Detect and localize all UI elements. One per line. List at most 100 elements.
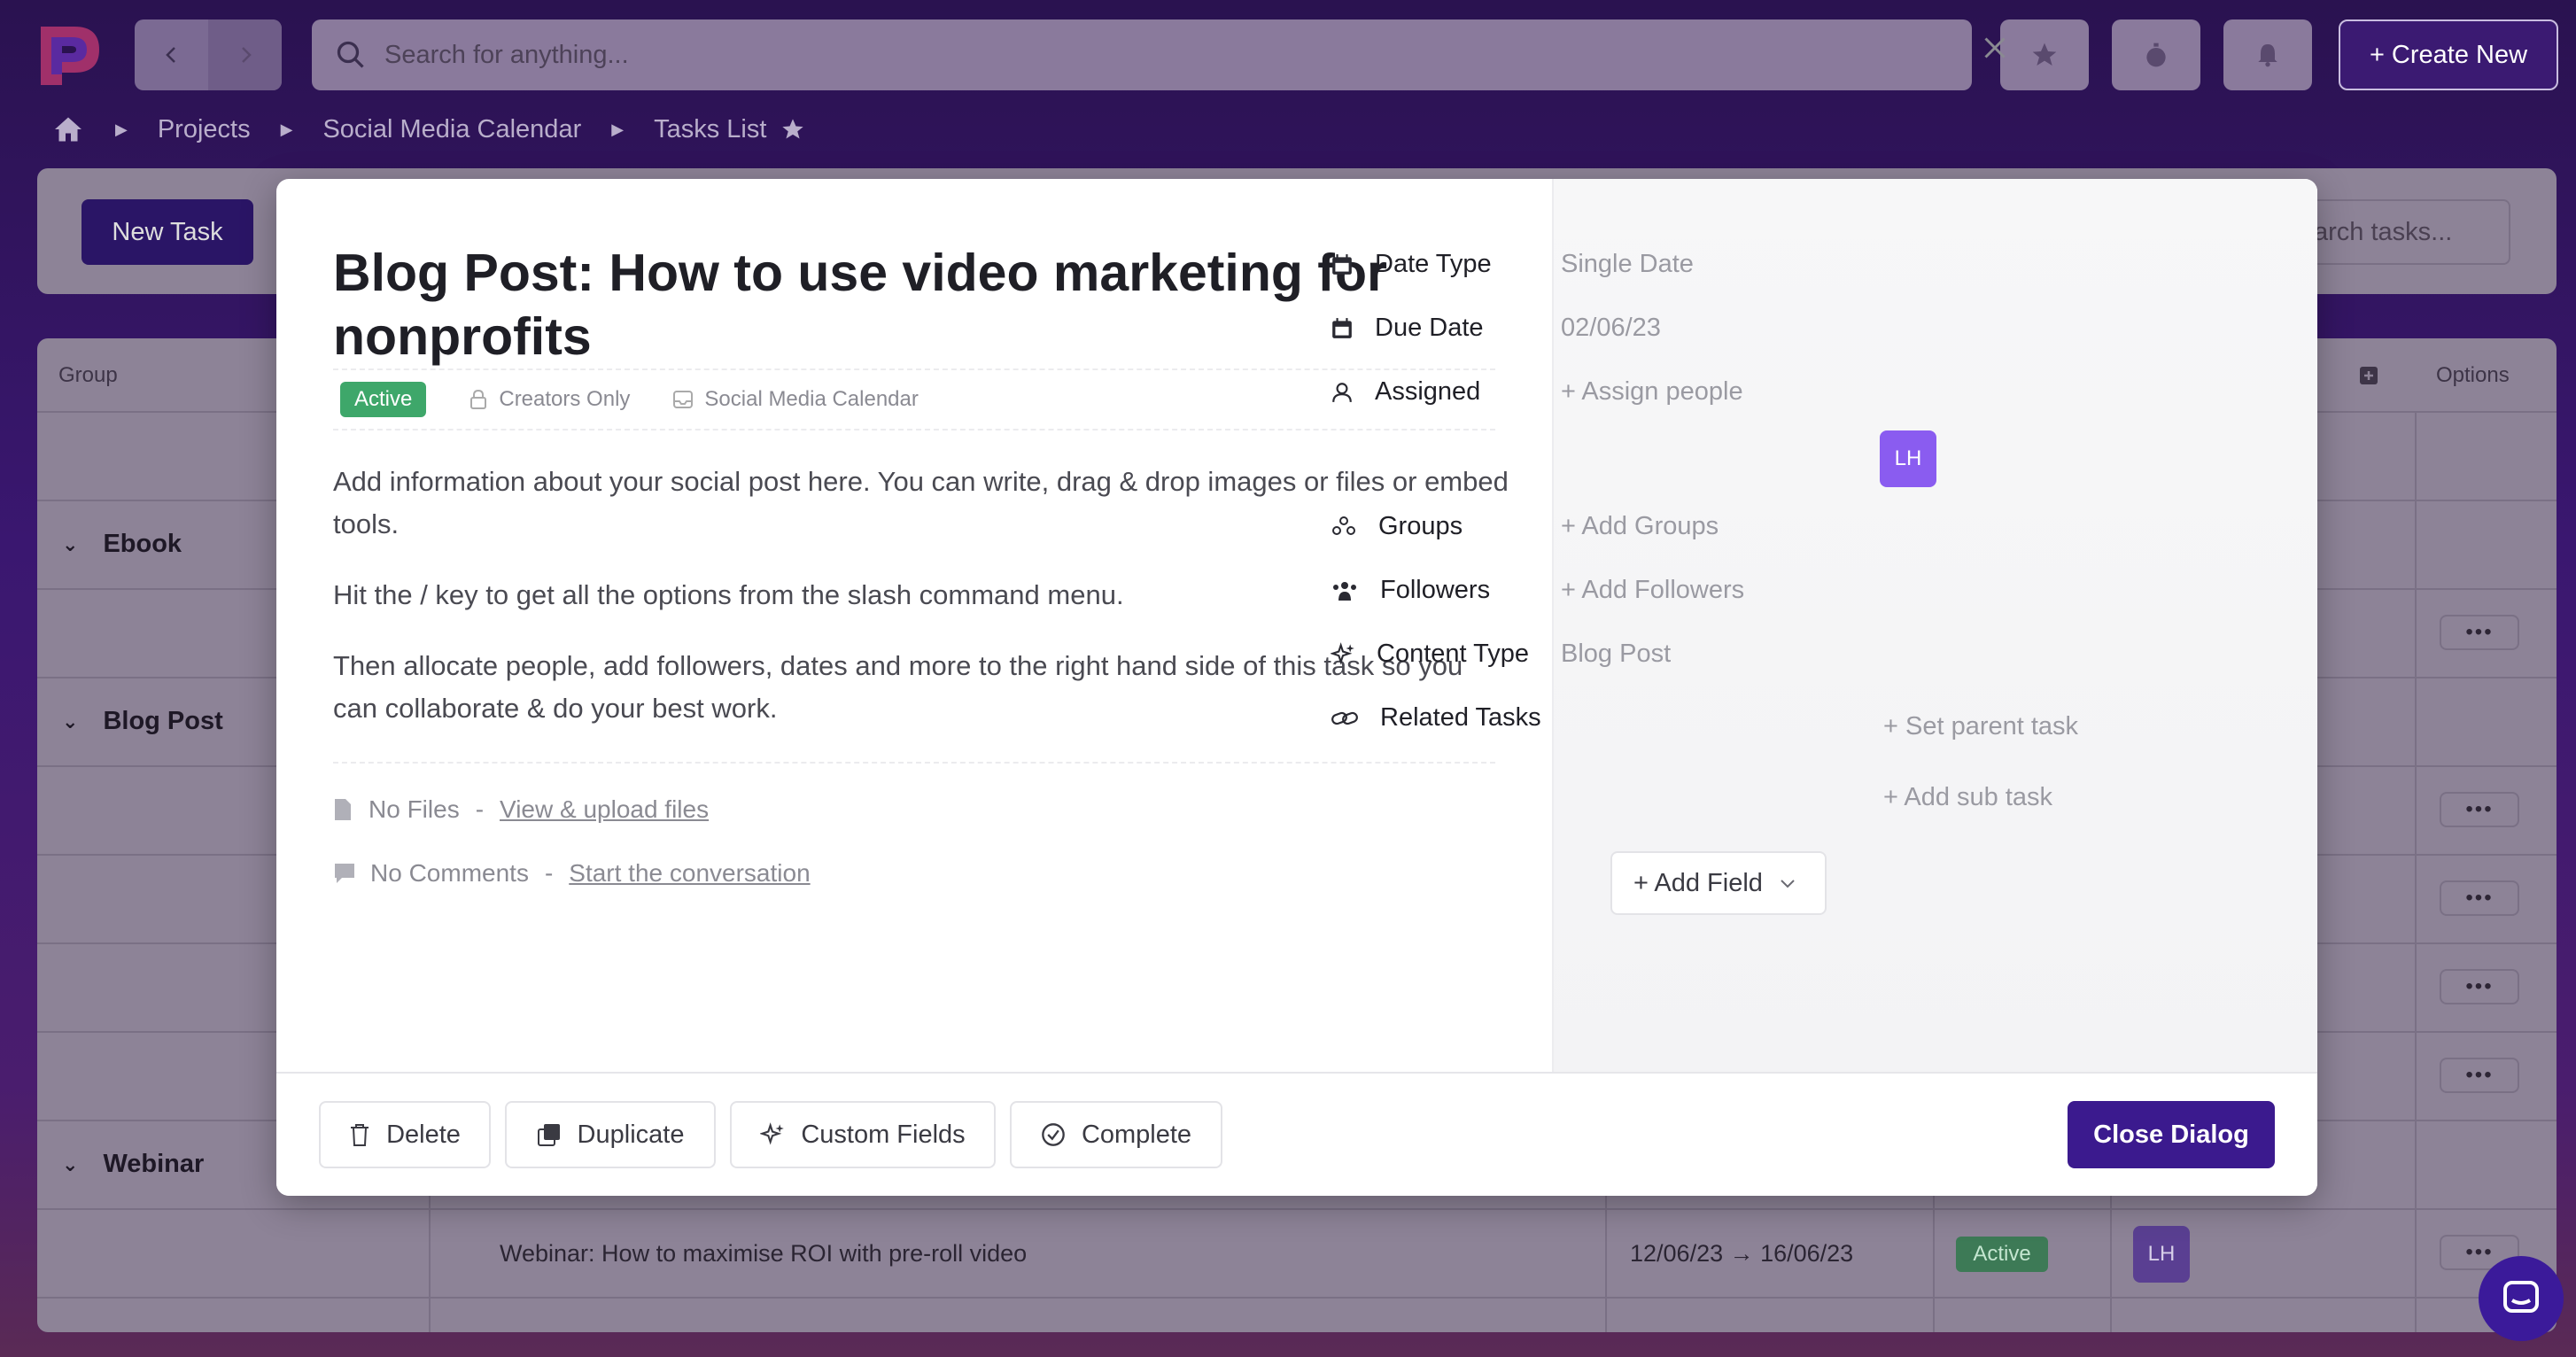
task-title[interactable]: Webinar: How to maximise ROI with pre-ro… xyxy=(500,1240,1027,1268)
property-followers: Followers + Add Followers xyxy=(1331,576,1744,605)
property-content-type: Content Type Blog Post xyxy=(1331,640,1671,669)
favorites-button[interactable] xyxy=(2000,19,2089,90)
favorite-star-icon[interactable] xyxy=(780,117,805,142)
close-dialog-button[interactable]: Close Dialog xyxy=(2068,1101,2275,1168)
chat-icon xyxy=(2503,1281,2539,1313)
copy-icon xyxy=(537,1124,560,1146)
property-label: Due Date xyxy=(1375,314,1484,342)
column-header-options[interactable]: Options xyxy=(2436,363,2510,388)
divider xyxy=(333,762,1495,764)
row-options-button[interactable]: ••• xyxy=(2440,1058,2519,1093)
column-header-group[interactable]: Group xyxy=(58,363,118,388)
set-parent-task-button[interactable]: + Set parent task xyxy=(1883,712,2078,741)
start-conversation-link[interactable]: Start the conversation xyxy=(569,859,810,888)
duplicate-button[interactable]: Duplicate xyxy=(505,1101,716,1168)
property-label: Date Type xyxy=(1375,250,1492,278)
property-groups: Groups + Add Groups xyxy=(1331,512,1719,541)
task-meta: Active Creators Only Social Media Calend… xyxy=(333,368,1495,430)
due-date-value[interactable]: 02/06/23 xyxy=(1561,314,1661,343)
status-badge[interactable]: Active xyxy=(1956,1237,2048,1272)
avatar[interactable]: LH xyxy=(2133,1226,2190,1283)
project-link[interactable]: Social Media Calendar xyxy=(672,387,919,412)
group-blog-post[interactable]: ⌄ Blog Post xyxy=(62,707,223,736)
close-icon[interactable] xyxy=(1979,32,2011,64)
task-dates[interactable]: 12/06/23 → 16/06/23 xyxy=(1630,1240,1853,1268)
breadcrumb-social-media-calendar[interactable]: Social Media Calendar xyxy=(322,115,581,144)
task-dialog: Blog Post: How to use video marketing fo… xyxy=(276,179,2317,1196)
create-new-button[interactable]: + Create New xyxy=(2339,19,2558,90)
chevron-down-icon[interactable]: ⌄ xyxy=(62,710,78,733)
add-sub-task-button[interactable]: + Add sub task xyxy=(1883,783,2052,812)
add-groups-button[interactable]: + Add Groups xyxy=(1561,512,1719,541)
search-input[interactable] xyxy=(384,40,1890,70)
sparkle-icon xyxy=(760,1122,785,1145)
task-title[interactable]: Blog Post: How to use video marketing fo… xyxy=(333,241,1485,368)
chevron-down-icon[interactable]: ⌄ xyxy=(62,1153,78,1176)
custom-fields-button[interactable]: Custom Fields xyxy=(730,1101,996,1168)
avatar[interactable]: LH xyxy=(1880,430,1936,487)
breadcrumb-projects[interactable]: Projects xyxy=(158,115,251,144)
breadcrumb-tasks-list[interactable]: Tasks List xyxy=(654,115,766,144)
assign-people-button[interactable]: + Assign people xyxy=(1561,377,1743,407)
stopwatch-icon xyxy=(2146,43,2166,67)
add-field-button[interactable]: + Add Field xyxy=(1610,851,1827,915)
property-label: Content Type xyxy=(1377,640,1529,668)
link-icon xyxy=(1331,711,1358,725)
bell-icon xyxy=(2258,44,2277,67)
breadcrumb-separator-icon: ▶ xyxy=(280,120,293,138)
comments-separator: - xyxy=(544,859,554,887)
star-icon xyxy=(2032,43,2057,66)
property-due-date: Due Date 02/06/23 xyxy=(1331,314,1661,343)
group-webinar[interactable]: ⌄ Webinar xyxy=(62,1150,204,1179)
forward-button[interactable] xyxy=(208,19,282,90)
comments-label: No Comments xyxy=(370,859,529,887)
chevron-down-icon[interactable]: ⌄ xyxy=(62,533,78,556)
add-column-icon[interactable] xyxy=(2358,365,2379,386)
task-properties-pane xyxy=(1552,179,2317,1072)
search-icon xyxy=(337,41,364,68)
history-nav xyxy=(135,19,282,90)
delete-button[interactable]: Delete xyxy=(319,1101,491,1168)
files-section: No Files - View & upload files xyxy=(333,795,709,824)
app-logo-icon[interactable] xyxy=(35,19,106,90)
content-type-value[interactable]: Blog Post xyxy=(1561,640,1671,669)
view-upload-files-link[interactable]: View & upload files xyxy=(500,795,709,824)
table-row[interactable]: Webinar: How to maximise ROI with pre-ro… xyxy=(37,1210,2557,1299)
back-button[interactable] xyxy=(135,19,208,90)
comment-icon xyxy=(335,864,354,883)
new-task-button[interactable]: New Task xyxy=(81,199,253,265)
notifications-button[interactable] xyxy=(2223,19,2312,90)
complete-button[interactable]: Complete xyxy=(1010,1101,1222,1168)
row-options-button[interactable]: ••• xyxy=(2440,792,2519,827)
files-label: No Files xyxy=(369,795,460,823)
visibility-setting[interactable]: Creators Only xyxy=(469,387,630,412)
file-icon xyxy=(335,799,351,820)
timer-button[interactable] xyxy=(2112,19,2200,90)
sparkle-icon xyxy=(1331,641,1354,664)
inbox-icon xyxy=(673,391,694,408)
files-separator: - xyxy=(475,795,485,823)
user-icon xyxy=(1332,382,1352,402)
row-options-button[interactable]: ••• xyxy=(2440,969,2519,1004)
chat-support-button[interactable] xyxy=(2479,1256,2564,1341)
date-type-value[interactable]: Single Date xyxy=(1561,250,1694,279)
lock-icon xyxy=(470,389,487,409)
row-options-button[interactable]: ••• xyxy=(2440,615,2519,650)
home-icon[interactable] xyxy=(51,113,85,145)
property-label: Assigned xyxy=(1375,377,1481,406)
group-ebook[interactable]: ⌄ Ebook xyxy=(62,530,182,559)
property-related-tasks: Related Tasks xyxy=(1331,703,1561,733)
property-label: Related Tasks xyxy=(1380,703,1541,732)
breadcrumb: ▶ Projects ▶ Social Media Calendar ▶ Tas… xyxy=(51,110,805,149)
status-badge[interactable]: Active xyxy=(340,382,427,417)
breadcrumb-separator-icon: ▶ xyxy=(115,120,128,138)
add-followers-button[interactable]: + Add Followers xyxy=(1561,576,1744,605)
breadcrumb-separator-icon: ▶ xyxy=(611,120,625,138)
comments-section: No Comments - Start the conversation xyxy=(333,859,811,888)
row-options-button[interactable]: ••• xyxy=(2440,880,2519,916)
global-search[interactable] xyxy=(312,19,1972,90)
trash-icon xyxy=(351,1124,369,1146)
calendar-icon xyxy=(1332,253,1352,275)
property-date-type: Date Type Single Date xyxy=(1331,250,1694,279)
property-label: Followers xyxy=(1380,576,1491,604)
